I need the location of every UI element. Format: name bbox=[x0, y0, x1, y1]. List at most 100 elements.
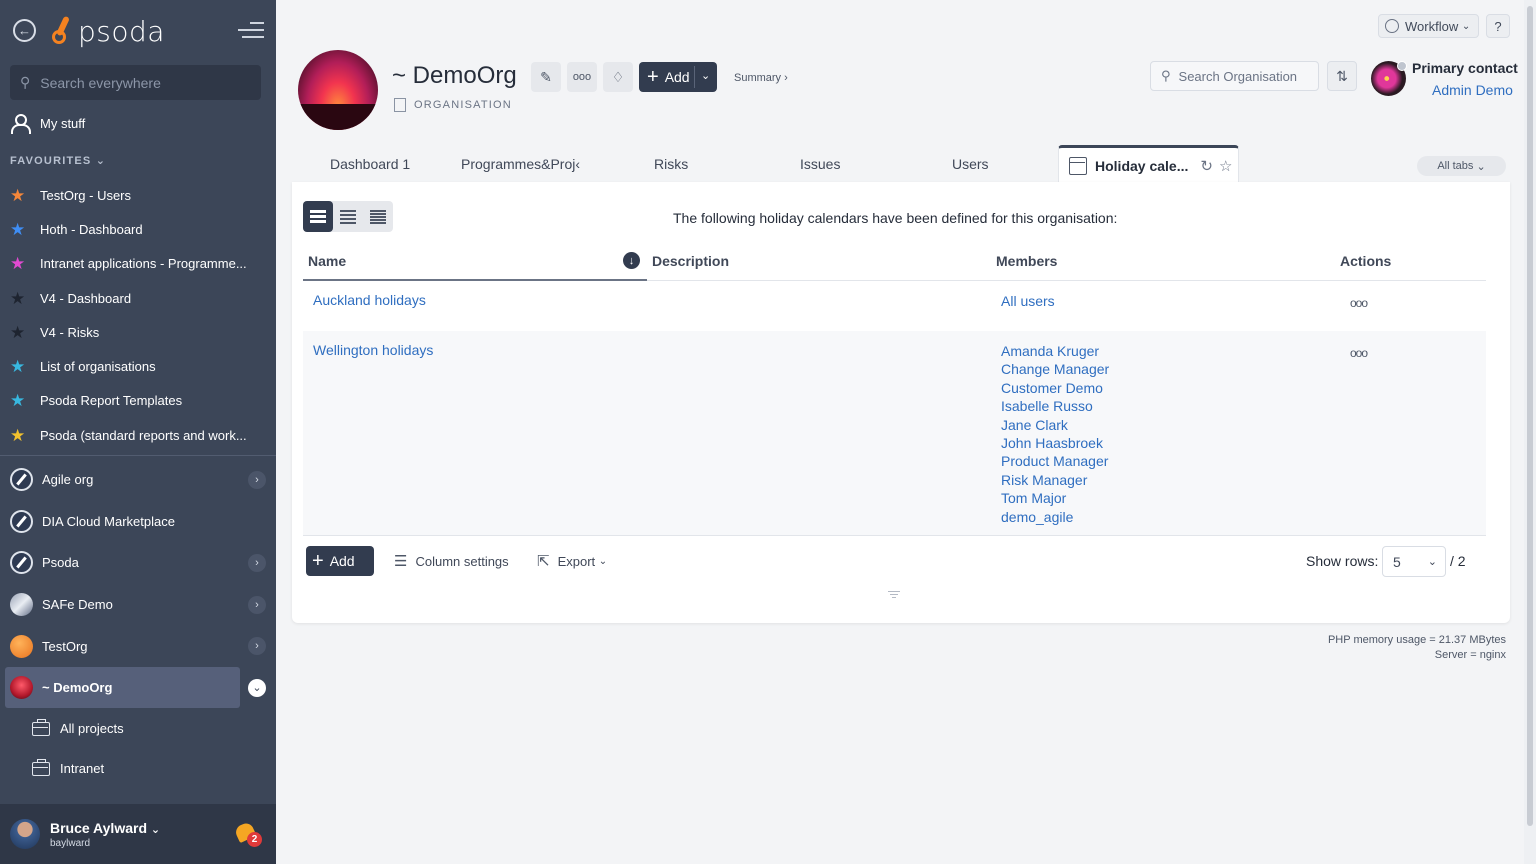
favourites-label: FAVOURITES bbox=[10, 155, 92, 167]
member-link[interactable]: Tom Major bbox=[1001, 489, 1109, 507]
favourite-item[interactable]: ★ V4 - Risks bbox=[0, 315, 276, 349]
density-dense-button[interactable] bbox=[363, 201, 393, 232]
favourite-item[interactable]: ★ Psoda (standard reports and work... bbox=[0, 418, 276, 452]
more-button[interactable]: ooo bbox=[567, 62, 597, 92]
member-link[interactable]: Jane Clark bbox=[1001, 416, 1109, 434]
primary-contact-name[interactable]: Admin Demo bbox=[1432, 82, 1513, 98]
member-link[interactable]: All users bbox=[1001, 292, 1055, 310]
chevron-right-icon[interactable]: › bbox=[248, 553, 266, 572]
favourite-item[interactable]: ★ Psoda Report Templates bbox=[0, 384, 276, 418]
add-row-button[interactable]: + Add bbox=[306, 546, 374, 576]
chevron-down-icon: ⌄ bbox=[1476, 160, 1486, 173]
calendar-name-link[interactable]: Wellington holidays bbox=[313, 342, 433, 358]
back-icon[interactable]: ← bbox=[13, 19, 36, 42]
tab-holiday-calendars[interactable]: Holiday cale... ↻ ☆ bbox=[1058, 145, 1239, 183]
table-intro-text: The following holiday calendars have bee… bbox=[673, 210, 1118, 226]
member-link[interactable]: Product Manager bbox=[1001, 452, 1109, 470]
search-organisation-input[interactable]: ⚲ Search Organisation bbox=[1150, 61, 1319, 91]
menu-collapse-icon[interactable] bbox=[238, 22, 264, 40]
tab-bar: Dashboard 1 Programmes&Proj‹ Risks Issue… bbox=[292, 145, 1510, 183]
favourites-toggle[interactable]: FAVOURITES ⌄ bbox=[10, 154, 106, 167]
star-icon: ★ bbox=[10, 185, 26, 205]
global-search[interactable]: ⚲ bbox=[10, 65, 261, 100]
sub-item-intranet[interactable]: Intranet bbox=[0, 749, 276, 789]
scrollbar-thumb[interactable] bbox=[1527, 6, 1533, 826]
notifications-bell-icon[interactable]: 2 bbox=[233, 820, 262, 847]
tab-dashboard[interactable]: Dashboard 1 bbox=[330, 145, 410, 183]
all-tabs-button[interactable]: All tabs ⌄ bbox=[1417, 156, 1506, 176]
column-header-name[interactable]: Name bbox=[308, 253, 346, 269]
org-label: TestOrg bbox=[42, 638, 88, 654]
org-item-safe-demo[interactable]: SAFe Demo › bbox=[0, 584, 276, 626]
sync-button[interactable]: ⇅ bbox=[1327, 61, 1357, 91]
more-icon: ooo bbox=[572, 71, 592, 83]
member-link[interactable]: Isabelle Russo bbox=[1001, 397, 1109, 415]
star-icon: ★ bbox=[10, 219, 26, 239]
summary-link[interactable]: Summary › bbox=[734, 72, 788, 84]
org-item-demoorg[interactable]: ~ DemoOrg ⌄ bbox=[0, 666, 276, 709]
add-dropdown-button[interactable]: + Add ⌄ bbox=[639, 62, 717, 92]
sort-descending-icon[interactable]: ↓ bbox=[623, 252, 640, 269]
sub-item-all-projects[interactable]: All projects bbox=[0, 709, 276, 749]
workflow-button[interactable]: Workflow ⌄ bbox=[1378, 14, 1479, 38]
tab-programmes-projects[interactable]: Programmes&Proj‹ bbox=[461, 145, 580, 183]
favourite-item[interactable]: ★ V4 - Dashboard bbox=[0, 281, 276, 315]
calendar-name-link[interactable]: Auckland holidays bbox=[313, 292, 426, 308]
resize-grip-icon[interactable] bbox=[888, 591, 900, 600]
row-actions-button[interactable]: ooo bbox=[1350, 346, 1368, 360]
favourite-label: Psoda Report Templates bbox=[40, 393, 183, 409]
density-comfortable-button[interactable] bbox=[303, 201, 333, 232]
org-item-agile-org[interactable]: Agile org › bbox=[0, 459, 276, 501]
column-settings-button[interactable]: ☰ Column settings bbox=[394, 552, 509, 570]
tab-risks[interactable]: Risks bbox=[654, 145, 688, 183]
column-header-description[interactable]: Description bbox=[652, 253, 729, 269]
favourite-label: Psoda (standard reports and work... bbox=[40, 427, 247, 443]
org-item-testorg[interactable]: TestOrg › bbox=[0, 625, 276, 667]
star-outline-icon[interactable]: ☆ bbox=[1219, 157, 1232, 175]
org-list: Agile org › DIA Cloud Marketplace Psoda › … bbox=[0, 459, 276, 789]
tab-issues[interactable]: Issues bbox=[800, 145, 840, 183]
tag-button[interactable]: ♢ bbox=[603, 62, 633, 92]
page-scrollbar[interactable] bbox=[1524, 0, 1536, 864]
member-link[interactable]: Risk Manager bbox=[1001, 471, 1109, 489]
chevron-down-icon: ⌄ bbox=[95, 155, 107, 167]
add-row-label: Add bbox=[329, 553, 355, 569]
user-menu[interactable]: Bruce Aylward ⌄ baylward 2 bbox=[0, 804, 276, 864]
global-search-input[interactable] bbox=[40, 74, 241, 91]
list-icon bbox=[310, 208, 326, 226]
org-item-dia-cloud[interactable]: DIA Cloud Marketplace bbox=[0, 501, 276, 543]
favourite-item[interactable]: ★ TestOrg - Users bbox=[0, 178, 276, 212]
help-button[interactable]: ? bbox=[1486, 14, 1510, 38]
chevron-right-icon[interactable]: › bbox=[248, 637, 266, 656]
chevron-right-icon[interactable]: › bbox=[248, 470, 266, 489]
plus-icon: + bbox=[647, 66, 659, 88]
favourite-item[interactable]: ★ Hoth - Dashboard bbox=[0, 212, 276, 246]
list-icon bbox=[340, 208, 356, 226]
density-compact-button[interactable] bbox=[333, 201, 363, 232]
favourites-list: ★ TestOrg - Users ★ Hoth - Dashboard ★ Intr… bbox=[0, 178, 276, 452]
refresh-icon[interactable]: ↻ bbox=[1200, 157, 1213, 175]
favourite-item[interactable]: ★ Intranet applications - Programme... bbox=[0, 247, 276, 281]
export-button[interactable]: ⇱ Export ⌄ bbox=[537, 552, 607, 570]
org-item-psoda[interactable]: Psoda › bbox=[0, 542, 276, 584]
export-label: Export bbox=[557, 553, 596, 569]
org-label: Psoda bbox=[42, 555, 79, 571]
member-link[interactable]: demo_agile bbox=[1001, 508, 1109, 526]
edit-button[interactable]: ✎ bbox=[531, 62, 561, 92]
favourite-item[interactable]: ★ List of organisations bbox=[0, 349, 276, 383]
psoda-logo[interactable]: psoda bbox=[50, 14, 165, 48]
primary-contact-avatar[interactable] bbox=[1371, 61, 1407, 96]
my-stuff-link[interactable]: My stuff bbox=[10, 114, 85, 134]
tab-users[interactable]: Users bbox=[952, 145, 989, 183]
member-link[interactable]: John Haasbroek bbox=[1001, 434, 1109, 452]
member-link[interactable]: Amanda Kruger bbox=[1001, 342, 1109, 360]
star-icon: ★ bbox=[10, 288, 26, 308]
logo-text: psoda bbox=[78, 14, 165, 48]
member-link[interactable]: Customer Demo bbox=[1001, 379, 1109, 397]
chevron-down-icon[interactable]: ⌄ bbox=[248, 678, 266, 697]
column-header-members[interactable]: Members bbox=[996, 253, 1057, 269]
chevron-right-icon[interactable]: › bbox=[248, 595, 266, 614]
rows-per-page-select[interactable]: 5 ⌄ bbox=[1382, 546, 1446, 577]
member-link[interactable]: Change Manager bbox=[1001, 360, 1109, 378]
row-actions-button[interactable]: ooo bbox=[1350, 296, 1368, 310]
